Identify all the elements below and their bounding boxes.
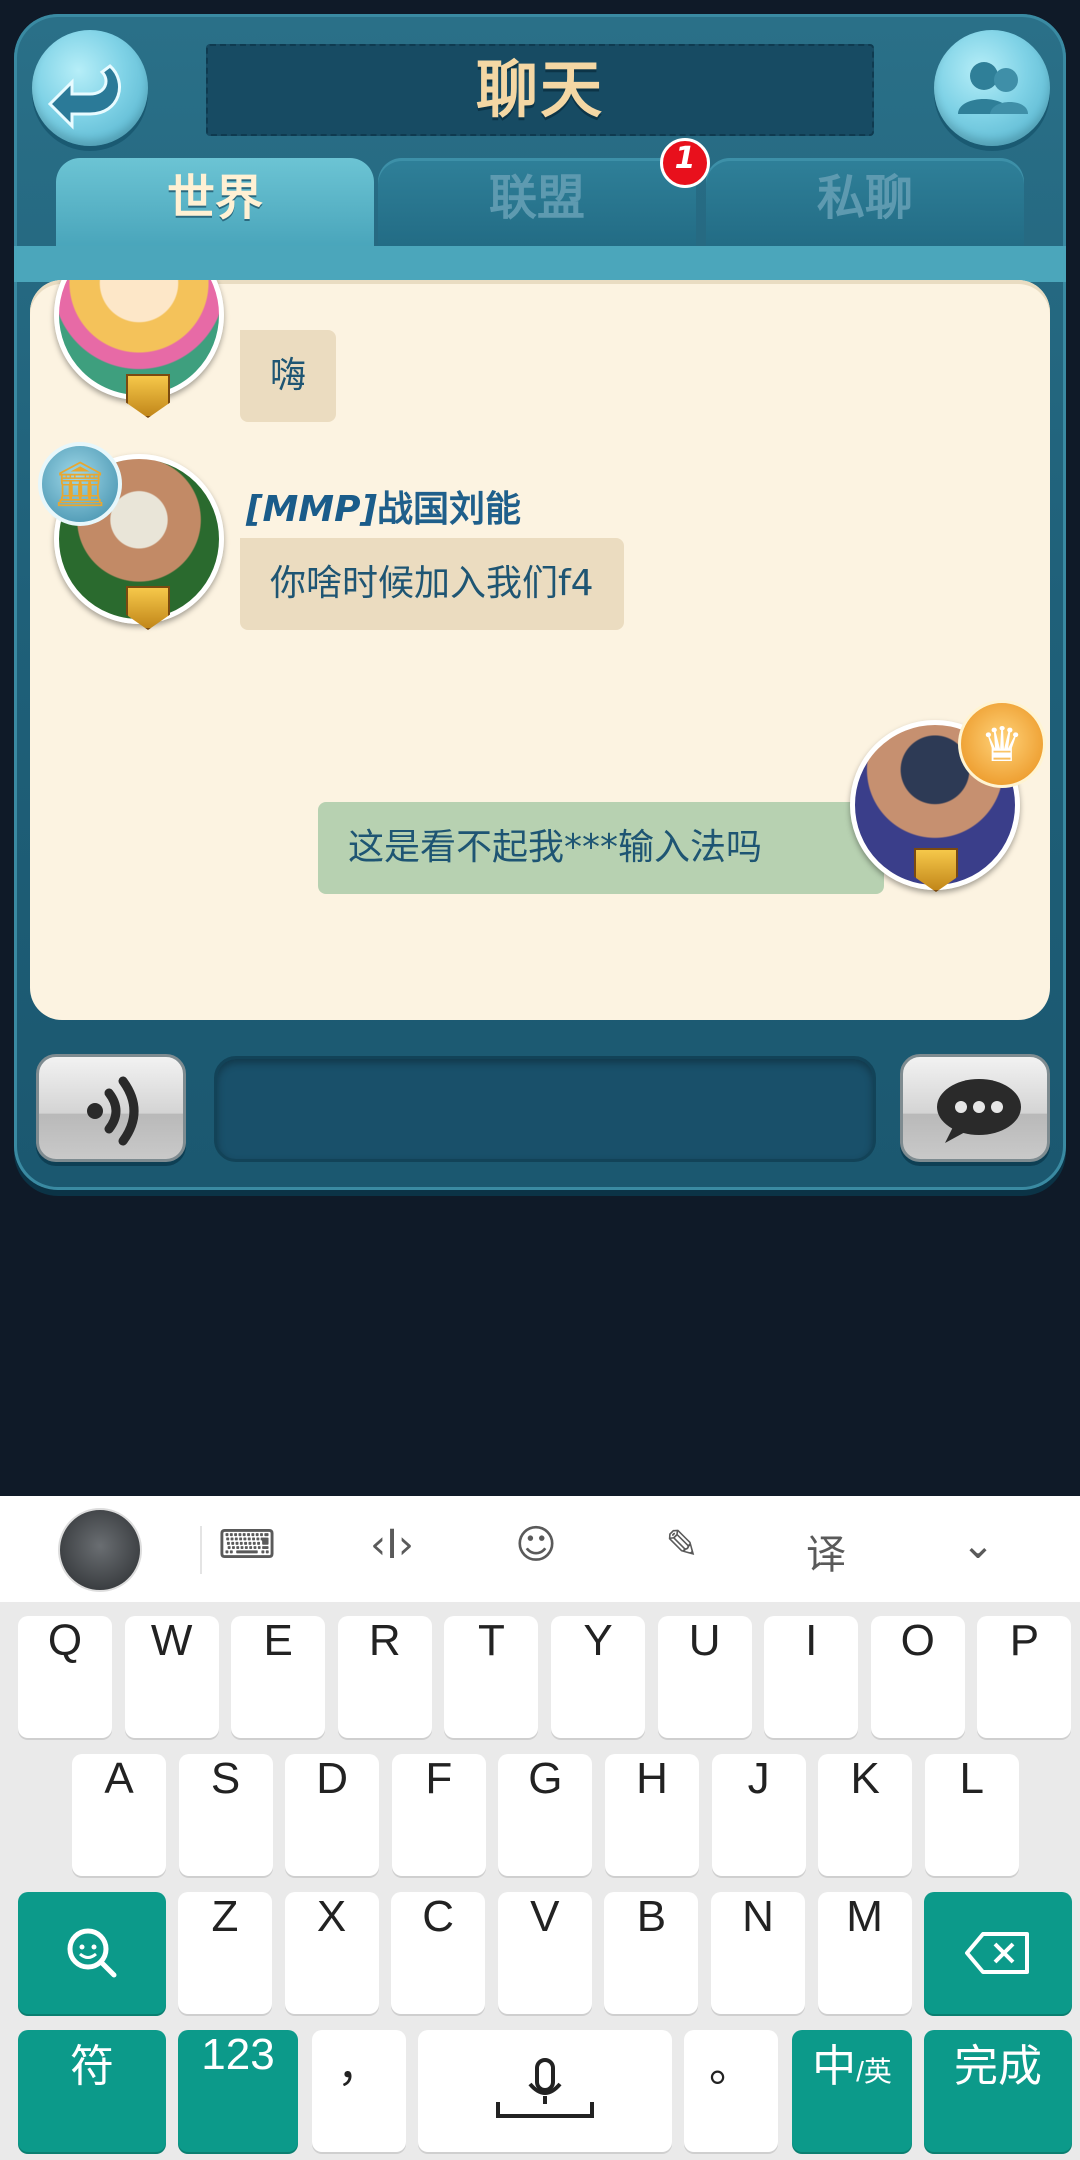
rank-badge-icon — [126, 374, 170, 418]
key-q[interactable]: Q — [18, 1616, 112, 1738]
key-i[interactable]: I — [764, 1616, 859, 1738]
message-bubble: 嗨 — [240, 330, 337, 422]
keyboard: Q W E R T Y U I O P A S D F G H J K L Z X C V B N M 符 123，。中/英 完成 — [0, 1602, 1080, 2160]
keyboard-profile-avatar[interactable] — [58, 1508, 142, 1592]
key-e[interactable]: E — [231, 1616, 326, 1738]
tab-underline — [14, 246, 1066, 282]
key-n[interactable]: N — [711, 1892, 805, 2014]
key-g[interactable]: G — [498, 1754, 593, 1876]
notification-badge: 1 — [660, 138, 710, 188]
translate-icon[interactable]: 译 — [798, 1522, 854, 1578]
message-bubble: 你啥时候加入我们f4 — [240, 538, 624, 630]
page-title: 聊天 — [475, 53, 604, 126]
voice-button[interactable] — [36, 1054, 186, 1162]
chat-quick-icon[interactable]: ✎ — [654, 1522, 710, 1578]
search-key[interactable] — [18, 1892, 166, 2014]
sender-alliance-tag: [MMP] — [246, 489, 377, 530]
cursor-icon[interactable]: ‹I› — [364, 1522, 420, 1578]
key-c[interactable]: C — [391, 1892, 486, 2014]
key-x[interactable]: X — [284, 1892, 379, 2014]
tab-world[interactable]: 世界 — [56, 158, 374, 250]
tab-private-chat[interactable]: 私聊 — [706, 158, 1024, 250]
key-t[interactable]: T — [444, 1616, 539, 1738]
message-bubble-own: 这是看不起我***输入法吗 — [318, 802, 884, 894]
crown-icon: ♛ — [958, 700, 1046, 788]
backspace-icon — [965, 1932, 1029, 1974]
backspace-key[interactable] — [924, 1892, 1072, 2014]
chat-messages-area[interactable]: 嗨 🏛 [MMP]战国刘能 你啥时候加入我们f4 这是看不起我***输入法吗 ♛ — [30, 280, 1050, 1020]
key-p[interactable]: P — [977, 1616, 1072, 1738]
key-s[interactable]: S — [178, 1754, 273, 1876]
sender-name: [MMP]战国刘能 — [246, 480, 521, 532]
period-key[interactable]: 。 — [684, 2030, 778, 2152]
send-button[interactable] — [900, 1054, 1050, 1162]
message-input[interactable] — [214, 1056, 876, 1162]
done-key[interactable]: 完成 — [924, 2030, 1072, 2152]
key-l[interactable]: L — [924, 1754, 1019, 1876]
bank-icon: 🏛 — [38, 442, 122, 526]
key-y[interactable]: Y — [551, 1616, 645, 1738]
chat-bubble-icon — [937, 1079, 1021, 1143]
search-emoji-icon — [67, 1928, 117, 1978]
key-u[interactable]: U — [657, 1616, 752, 1738]
keyboard-toolbar: ⌨ ‹I› ☺ ✎ 译 ⌄ — [0, 1496, 1080, 1602]
key-o[interactable]: O — [870, 1616, 965, 1738]
key-f[interactable]: F — [391, 1754, 486, 1876]
space-key[interactable] — [418, 2030, 672, 2152]
key-d[interactable]: D — [285, 1754, 380, 1876]
lang-sub: /英 — [856, 2056, 892, 2087]
key-m[interactable]: M — [817, 1892, 912, 2014]
key-r[interactable]: R — [337, 1616, 432, 1738]
language-switch-key[interactable]: 中/英 — [792, 2030, 912, 2152]
key-w[interactable]: W — [124, 1616, 219, 1738]
key-z[interactable]: Z — [178, 1892, 272, 2014]
microphone-icon — [496, 2058, 594, 2118]
key-b[interactable]: B — [604, 1892, 699, 2014]
lang-main: 中 — [812, 2042, 857, 2091]
numbers-key[interactable]: 123 — [178, 2030, 298, 2152]
emoji-icon[interactable]: ☺ — [508, 1522, 564, 1578]
voice-icon — [87, 1076, 139, 1146]
key-h[interactable]: H — [605, 1754, 699, 1876]
keyboard-icon[interactable]: ⌨ — [218, 1522, 276, 1578]
users-icon — [958, 62, 1028, 114]
comma-key[interactable]: ， — [312, 2030, 406, 2152]
key-j[interactable]: J — [711, 1754, 806, 1876]
tab-alliance[interactable]: 联盟 — [378, 158, 696, 250]
key-k[interactable]: K — [818, 1754, 913, 1876]
key-a[interactable]: A — [72, 1754, 166, 1876]
toolbar-divider — [200, 1526, 202, 1574]
key-v[interactable]: V — [497, 1892, 592, 2014]
collapse-icon[interactable]: ⌄ — [950, 1522, 1006, 1578]
friends-button[interactable] — [934, 30, 1050, 146]
symbols-key[interactable]: 符 — [18, 2030, 166, 2152]
sender-nickname: 战国刘能 — [376, 489, 521, 530]
